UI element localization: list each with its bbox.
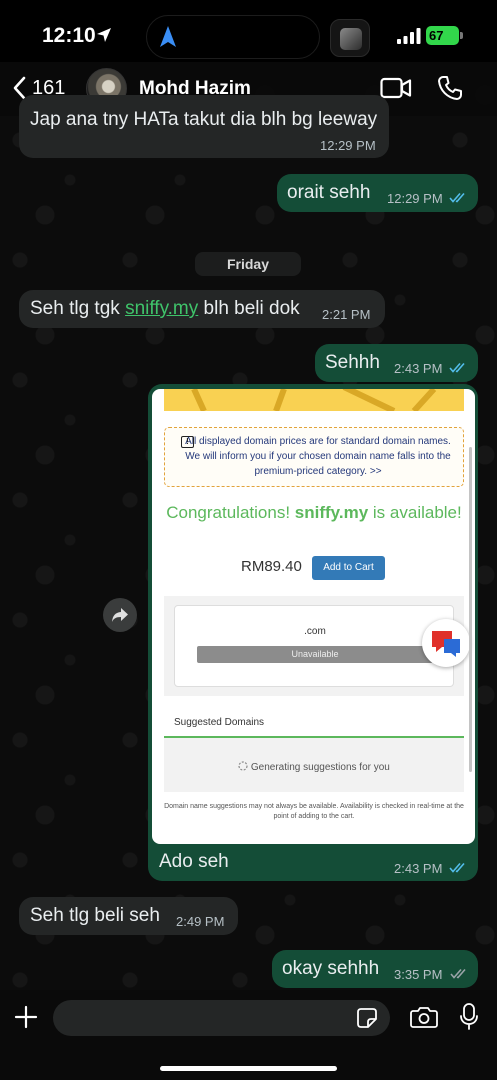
notice-text: All displayed domain prices are for stan…: [185, 436, 451, 477]
congrats-domain: sniffy.my: [294, 503, 369, 522]
message-input[interactable]: [53, 1000, 390, 1036]
image-caption: Ado seh: [159, 851, 229, 872]
message-time: 2:49 PM: [176, 914, 225, 929]
shared-screenshot-image[interactable]: ! All displayed domain prices are for st…: [152, 389, 475, 844]
message-incoming[interactable]: Jap ana tny HATa takut dia blh bg leeway…: [19, 95, 389, 158]
banner-graphic: [164, 389, 464, 411]
microphone-icon[interactable]: [459, 1002, 479, 1032]
chevron-left-icon: [13, 76, 26, 100]
domain-price: RM89.40: [241, 558, 302, 575]
premium-notice: ! All displayed domain prices are for st…: [164, 427, 464, 487]
dynamic-island: [146, 15, 320, 59]
scrollbar: [469, 447, 472, 772]
unavailable-badge: Unavailable: [197, 646, 433, 663]
message-outgoing[interactable]: okay sehhh 3:35 PM: [272, 950, 478, 988]
voice-call-icon[interactable]: [437, 75, 463, 101]
live-activity-icon: [330, 19, 370, 57]
tld-name: .com: [304, 626, 326, 637]
plus-icon[interactable]: [14, 1005, 38, 1029]
sticker-icon[interactable]: [356, 1007, 378, 1029]
generating-text: Generating suggestions for you: [164, 761, 464, 773]
battery-level: 67: [429, 28, 444, 43]
message-time: 2:21 PM: [322, 307, 371, 322]
message-text: Seh tlg tgk sniffy.my blh beli dok: [30, 298, 300, 320]
message-time: 12:29 PM: [320, 138, 376, 153]
suggestions-panel: Generating suggestions for you: [164, 738, 464, 792]
message-text: orait sehh: [287, 182, 371, 203]
availability-message: Congratulations! sniffy.my is available!: [164, 502, 464, 524]
home-indicator: [160, 1066, 337, 1071]
forward-button[interactable]: [103, 598, 137, 632]
info-icon: !: [181, 436, 194, 448]
message-link[interactable]: sniffy.my: [125, 298, 198, 319]
add-to-cart-button: Add to Cart: [312, 556, 385, 580]
status-time: 12:10: [42, 24, 96, 47]
tld-card: .com Unavailable: [174, 605, 454, 687]
message-outgoing[interactable]: orait sehh 12:29 PM: [277, 174, 478, 212]
congrats-suffix: is available!: [372, 503, 462, 522]
message-time: 2:43 PM: [394, 861, 443, 876]
message-time: 2:43 PM: [394, 361, 443, 376]
loading-spinner-icon: [238, 761, 248, 771]
message-text-after: blh beli dok: [198, 298, 300, 319]
message-text: Seh tlg beli seh: [30, 905, 160, 926]
read-receipt-icon: [450, 968, 466, 979]
message-outgoing[interactable]: Sehhh 2:43 PM: [315, 344, 478, 382]
message-incoming[interactable]: Seh tlg beli seh 2:49 PM: [19, 897, 238, 935]
live-chat-icon: [422, 619, 470, 667]
message-text: Sehhh: [325, 352, 380, 373]
tld-panel: .com Unavailable: [164, 596, 464, 696]
read-receipt-icon: [449, 362, 465, 373]
message-time: 3:35 PM: [394, 967, 443, 982]
composer-bar: [0, 990, 497, 1080]
message-text: okay sehhh: [282, 958, 380, 979]
navigation-arrow-icon: [160, 26, 176, 47]
message-text: Jap ana tny HATa takut dia blh bg leeway: [30, 109, 378, 130]
suggestions-disclaimer: Domain name suggestions may not always b…: [164, 803, 464, 820]
suggested-domains-title: Suggested Domains: [174, 717, 265, 728]
message-incoming[interactable]: Seh tlg tgk sniffy.my blh beli dok 2:21 …: [19, 290, 385, 328]
forward-icon: [112, 608, 128, 622]
generating-label: Generating suggestions for you: [250, 762, 390, 773]
congrats-prefix: Congratulations!: [166, 503, 291, 522]
cellular-signal-icon: [397, 28, 421, 44]
date-divider: Friday: [195, 252, 301, 276]
read-receipt-icon: [449, 862, 465, 873]
status-bar: 12:10 67: [0, 0, 497, 70]
video-call-icon[interactable]: [380, 77, 412, 99]
location-arrow-icon: [97, 28, 111, 42]
camera-icon[interactable]: [410, 1005, 438, 1029]
message-time: 12:29 PM: [387, 191, 443, 206]
battery-icon: 67: [426, 26, 463, 45]
message-text-before: Seh tlg tgk: [30, 298, 126, 319]
read-receipt-icon: [449, 192, 465, 203]
